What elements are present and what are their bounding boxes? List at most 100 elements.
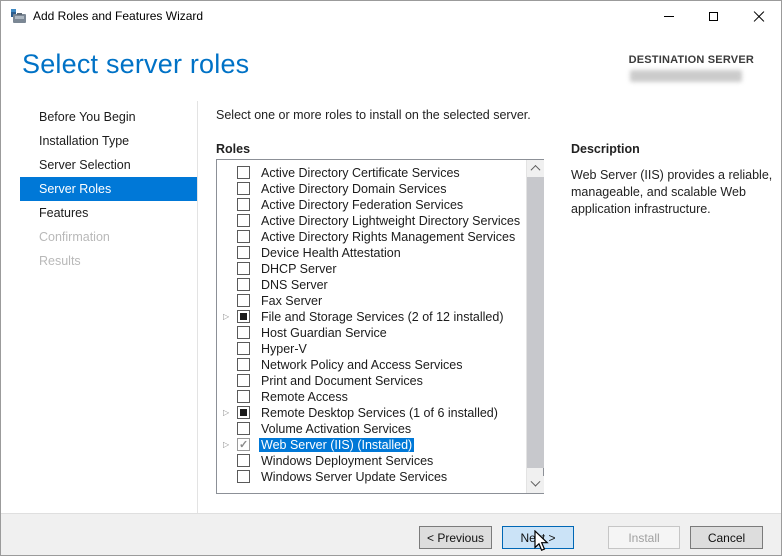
role-checkbox[interactable]	[237, 246, 250, 259]
role-row-active-directory-rights-management-services[interactable]: Active Directory Rights Management Servi…	[217, 229, 526, 245]
role-label: Web Server (IIS) (Installed)	[259, 438, 414, 452]
close-icon	[753, 11, 764, 22]
sidebar-item-installation-type[interactable]: Installation Type	[1, 129, 197, 153]
chevron-down-icon	[531, 477, 541, 487]
destination-server-block: DESTINATION SERVER	[629, 54, 754, 82]
role-label: Hyper-V	[259, 342, 309, 356]
maximize-button[interactable]	[691, 1, 736, 32]
role-label: Remote Access	[259, 390, 350, 404]
role-row-dns-server[interactable]: DNS Server	[217, 277, 526, 293]
footer-bar: < Previous Next > Install Cancel	[1, 513, 781, 556]
role-checkbox[interactable]	[237, 438, 250, 451]
role-label: Remote Desktop Services (1 of 6 installe…	[259, 406, 500, 420]
roles-listbox: Active Directory Certificate Services Act…	[216, 159, 544, 494]
role-label: Print and Document Services	[259, 374, 425, 388]
role-label: Host Guardian Service	[259, 326, 389, 340]
minimize-icon	[664, 16, 674, 17]
window-title: Add Roles and Features Wizard	[33, 9, 203, 23]
install-button: Install	[608, 526, 680, 549]
sidebar-item-server-selection[interactable]: Server Selection	[1, 153, 197, 177]
sidebar-divider	[197, 101, 198, 513]
sidebar-item-confirmation: Confirmation	[1, 225, 197, 249]
previous-button[interactable]: < Previous	[419, 526, 492, 549]
role-label: Windows Server Update Services	[259, 470, 449, 484]
sidebar-item-features[interactable]: Features	[1, 201, 197, 225]
role-row-host-guardian-service[interactable]: Host Guardian Service	[217, 325, 526, 341]
role-row-file-and-storage-services-2-of-12-installed[interactable]: ▷ File and Storage Services (2 of 12 inst…	[217, 309, 526, 325]
role-checkbox[interactable]	[237, 326, 250, 339]
close-button[interactable]	[736, 1, 781, 32]
cancel-button[interactable]: Cancel	[690, 526, 763, 549]
role-row-windows-deployment-services[interactable]: Windows Deployment Services	[217, 453, 526, 469]
role-checkbox[interactable]	[237, 406, 250, 419]
role-label: Fax Server	[259, 294, 324, 308]
wizard-window: Add Roles and Features Wizard Select ser…	[0, 0, 782, 556]
sidebar-item-results: Results	[1, 249, 197, 273]
role-row-print-and-document-services[interactable]: Print and Document Services	[217, 373, 526, 389]
role-row-active-directory-federation-services[interactable]: Active Directory Federation Services	[217, 197, 526, 213]
role-label: Active Directory Lightweight Directory S…	[259, 214, 522, 228]
instruction-text: Select one or more roles to install on t…	[216, 108, 531, 122]
role-row-device-health-attestation[interactable]: Device Health Attestation	[217, 245, 526, 261]
role-row-network-policy-and-access-services[interactable]: Network Policy and Access Services	[217, 357, 526, 373]
scrollbar-up-button[interactable]	[527, 160, 544, 177]
role-label: Active Directory Certificate Services	[259, 166, 462, 180]
role-row-dhcp-server[interactable]: DHCP Server	[217, 261, 526, 277]
roles-list-label: Roles	[216, 142, 250, 156]
role-checkbox[interactable]	[237, 182, 250, 195]
role-label: Active Directory Rights Management Servi…	[259, 230, 517, 244]
role-checkbox[interactable]	[237, 278, 250, 291]
role-row-web-server-iis-installed[interactable]: ▷ Web Server (IIS) (Installed)	[217, 437, 526, 453]
role-row-active-directory-domain-services[interactable]: Active Directory Domain Services	[217, 181, 526, 197]
next-button[interactable]: Next >	[502, 526, 574, 549]
roles-rows: Active Directory Certificate Services Act…	[217, 160, 526, 493]
role-label: Active Directory Federation Services	[259, 198, 465, 212]
scrollbar-down-button[interactable]	[527, 476, 544, 493]
role-checkbox[interactable]	[237, 262, 250, 275]
role-checkbox[interactable]	[237, 310, 250, 323]
role-label: Active Directory Domain Services	[259, 182, 448, 196]
chevron-up-icon	[531, 165, 541, 175]
role-label: Device Health Attestation	[259, 246, 403, 260]
role-checkbox[interactable]	[237, 454, 250, 467]
destination-server-name-redacted	[630, 70, 742, 82]
expander-triangle-icon[interactable]: ▷	[223, 408, 233, 418]
role-row-remote-desktop-services-1-of-6-installed[interactable]: ▷ Remote Desktop Services (1 of 6 install…	[217, 405, 526, 421]
role-checkbox[interactable]	[237, 294, 250, 307]
role-label: File and Storage Services (2 of 12 insta…	[259, 310, 506, 324]
role-row-volume-activation-services[interactable]: Volume Activation Services	[217, 421, 526, 437]
titlebar: Add Roles and Features Wizard	[1, 1, 781, 32]
role-checkbox[interactable]	[237, 342, 250, 355]
role-checkbox[interactable]	[237, 166, 250, 179]
role-checkbox[interactable]	[237, 390, 250, 403]
destination-server-label: DESTINATION SERVER	[629, 54, 754, 66]
role-row-hyper-v[interactable]: Hyper-V	[217, 341, 526, 357]
role-checkbox[interactable]	[237, 422, 250, 435]
role-row-fax-server[interactable]: Fax Server	[217, 293, 526, 309]
description-title: Description	[571, 142, 640, 156]
maximize-icon	[709, 12, 718, 21]
scrollbar-thumb[interactable]	[527, 177, 544, 468]
role-checkbox[interactable]	[237, 470, 250, 483]
role-checkbox[interactable]	[237, 374, 250, 387]
role-checkbox[interactable]	[237, 214, 250, 227]
role-row-windows-server-update-services[interactable]: Windows Server Update Services	[217, 469, 526, 485]
expander-triangle-icon[interactable]: ▷	[223, 440, 233, 450]
role-row-active-directory-certificate-services[interactable]: Active Directory Certificate Services	[217, 165, 526, 181]
role-label: Volume Activation Services	[259, 422, 413, 436]
description-text: Web Server (IIS) provides a reliable, ma…	[571, 167, 775, 218]
role-checkbox[interactable]	[237, 358, 250, 371]
minimize-button[interactable]	[646, 1, 691, 32]
sidebar-item-before-you-begin[interactable]: Before You Begin	[1, 105, 197, 129]
role-checkbox[interactable]	[237, 230, 250, 243]
role-label: Windows Deployment Services	[259, 454, 435, 468]
wizard-app-icon	[10, 8, 27, 25]
role-row-active-directory-lightweight-directory-services[interactable]: Active Directory Lightweight Directory S…	[217, 213, 526, 229]
roles-scrollbar[interactable]	[526, 160, 543, 493]
role-checkbox[interactable]	[237, 198, 250, 211]
role-row-remote-access[interactable]: Remote Access	[217, 389, 526, 405]
sidebar-item-server-roles[interactable]: Server Roles	[20, 177, 197, 201]
expander-triangle-icon[interactable]: ▷	[223, 312, 233, 322]
role-label: Network Policy and Access Services	[259, 358, 464, 372]
role-label: DHCP Server	[259, 262, 338, 276]
